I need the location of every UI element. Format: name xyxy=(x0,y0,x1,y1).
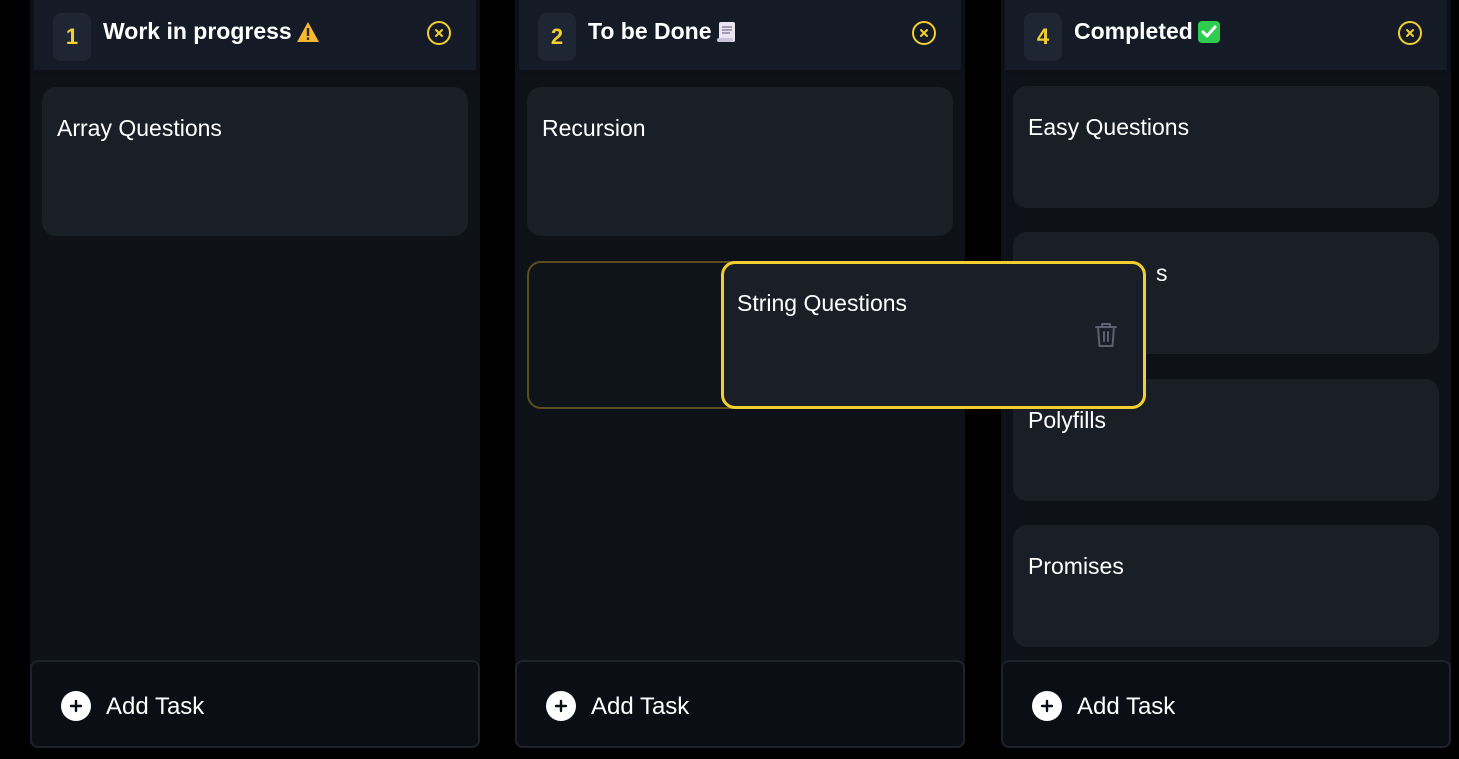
column-header-bar[interactable]: 1 Work in progress xyxy=(34,0,476,70)
delete-column-button[interactable] xyxy=(912,21,936,45)
task-count-badge: 1 xyxy=(53,13,91,61)
task-card[interactable]: Promises xyxy=(1013,525,1439,647)
column-title: Work in progress xyxy=(103,18,320,45)
task-card[interactable]: Easy Questions xyxy=(1013,86,1439,208)
add-task-button[interactable]: Add Task xyxy=(1001,660,1451,748)
dragging-task-card[interactable]: String Questions xyxy=(721,261,1146,409)
close-icon xyxy=(435,29,443,37)
task-count-badge: 2 xyxy=(538,13,576,61)
delete-column-button[interactable] xyxy=(427,21,451,45)
delete-column-button[interactable] xyxy=(1398,21,1422,45)
column-title-text: Work in progress xyxy=(103,18,292,44)
task-card-text: s xyxy=(1156,260,1168,286)
task-card-text: Recursion xyxy=(542,115,646,141)
task-card-text: Easy Questions xyxy=(1028,114,1190,140)
task-card[interactable]: Array Questions xyxy=(42,87,468,236)
column-header: 1 Work in progress xyxy=(30,0,480,74)
close-icon xyxy=(920,29,928,37)
add-task-label: Add Task xyxy=(106,693,205,720)
scroll-icon xyxy=(716,20,738,44)
trash-icon[interactable] xyxy=(1094,321,1118,349)
column-title: To be Done xyxy=(588,18,738,45)
close-icon xyxy=(1406,29,1414,37)
plus-circle-icon xyxy=(546,691,576,721)
column-title: Completed xyxy=(1074,18,1221,45)
column-work-in-progress: 1 Work in progress Array Questions Add T… xyxy=(30,0,480,748)
plus-circle-icon xyxy=(1032,691,1062,721)
column-header-bar[interactable]: 4 Completed xyxy=(1005,0,1447,70)
add-task-label: Add Task xyxy=(1077,693,1176,720)
column-header: 4 Completed xyxy=(1001,0,1451,74)
add-task-label: Add Task xyxy=(591,693,690,720)
column-title-text: Completed xyxy=(1074,18,1193,44)
add-task-button[interactable]: Add Task xyxy=(30,660,480,748)
task-card-text: Promises xyxy=(1028,553,1124,579)
warning-icon xyxy=(296,21,320,43)
column-header: 2 To be Done xyxy=(515,0,965,74)
plus-circle-icon xyxy=(61,691,91,721)
task-card[interactable]: Recursion xyxy=(527,87,953,236)
column-title-text: To be Done xyxy=(588,18,712,44)
task-card-text: Polyfills xyxy=(1028,407,1106,433)
task-card-text: String Questions xyxy=(737,290,908,316)
add-task-button[interactable]: Add Task xyxy=(515,660,965,748)
column-header-bar[interactable]: 2 To be Done xyxy=(519,0,961,70)
task-count-badge: 4 xyxy=(1024,13,1062,61)
task-card-text: Array Questions xyxy=(57,115,222,141)
check-mark-icon xyxy=(1197,20,1221,44)
